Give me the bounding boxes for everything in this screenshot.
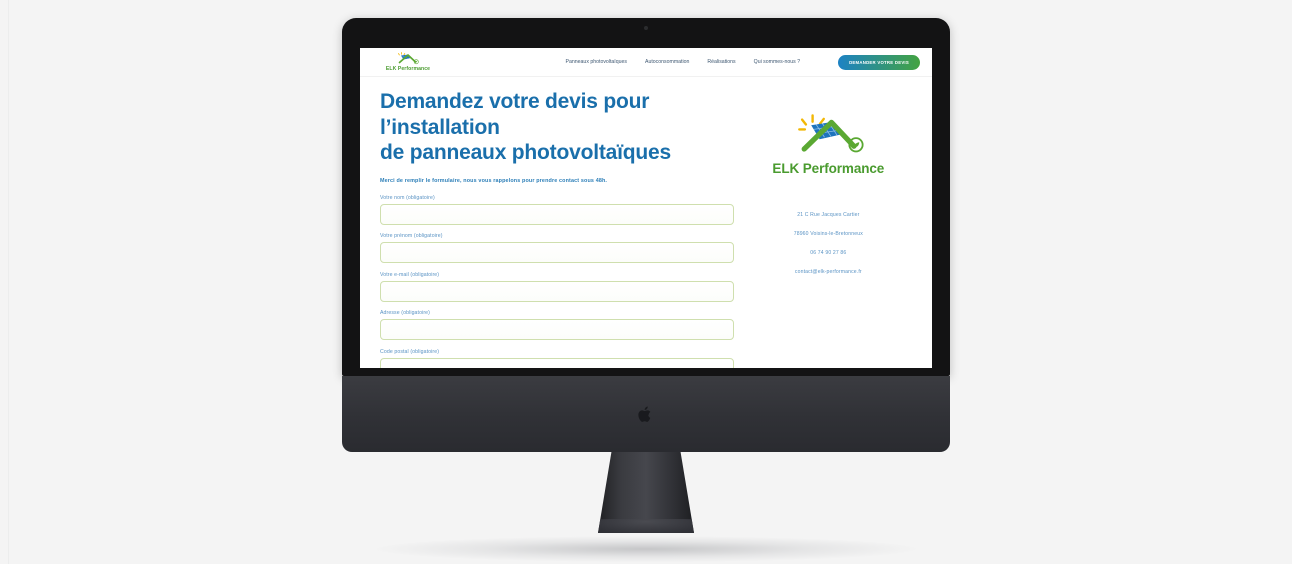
- contact-block: 21 C Rue Jacques Cartier 78960 Voisins-l…: [743, 212, 914, 275]
- monitor-bezel: ELK Performance Panneaux photovoltaïques…: [342, 18, 950, 376]
- request-quote-button[interactable]: DEMANDER VOTRE DEVIS: [838, 54, 920, 70]
- navbar-logo-text: ELK Performance: [385, 66, 431, 72]
- navbar-logo[interactable]: ELK Performance: [372, 52, 444, 72]
- aside-column: ELK Performance 21 C Rue Jacques Cartier…: [743, 89, 914, 368]
- field-label-prenom: Votre prénom (obligatoire): [380, 233, 443, 240]
- form-column: Demandez votre devis pour l’installation…: [380, 89, 735, 368]
- nav-link-autoconsommation[interactable]: Autoconsommation: [645, 59, 689, 65]
- monitor-stand: [598, 452, 694, 533]
- field-label-email: Votre e-mail (obligatoire): [380, 271, 440, 278]
- intro-text: Merci de remplir le formulaire, nous vou…: [380, 177, 608, 184]
- page-content: Demandez votre devis pour l’installation…: [360, 77, 932, 368]
- imac-mockup: ELK Performance Panneaux photovoltaïques…: [342, 18, 950, 562]
- input-adresse[interactable]: [380, 319, 734, 341]
- page-title-line-1: Demandez votre devis pour l’installation: [380, 90, 650, 139]
- solar-panel-logo-icon: [798, 114, 864, 153]
- contact-email[interactable]: contact@elk-performance.fr: [743, 269, 914, 275]
- site-navbar: ELK Performance Panneaux photovoltaïques…: [360, 48, 932, 77]
- input-code-postal[interactable]: [380, 357, 734, 368]
- contact-street: 21 C Rue Jacques Cartier: [797, 212, 860, 218]
- monitor-screen: ELK Performance Panneaux photovoltaïques…: [360, 48, 932, 368]
- stand-shadow: [376, 536, 916, 562]
- page-title: Demandez votre devis pour l’installation…: [380, 89, 735, 166]
- field-label-nom: Votre nom (obligatoire): [380, 194, 435, 201]
- monitor-chin: [342, 376, 950, 452]
- navbar-links: Panneaux photovoltaïques Autoconsommatio…: [566, 54, 922, 70]
- quote-form: Votre nom (obligatoire) Votre prénom (ob…: [380, 195, 735, 368]
- field-prenom: Votre prénom (obligatoire): [380, 233, 735, 264]
- field-label-adresse: Adresse (obligatoire): [380, 310, 430, 317]
- background-seam: [8, 0, 9, 564]
- field-nom: Votre nom (obligatoire): [380, 195, 735, 225]
- nav-link-panneaux[interactable]: Panneaux photovoltaïques: [566, 59, 627, 65]
- solar-panel-logo-icon: [398, 52, 419, 65]
- screenshot-stage: ELK Performance Panneaux photovoltaïques…: [0, 0, 1292, 564]
- input-prenom[interactable]: [380, 242, 734, 264]
- website-viewport: ELK Performance Panneaux photovoltaïques…: [360, 48, 932, 368]
- contact-city: 78960 Voisins-le-Bretonneux: [793, 231, 863, 237]
- input-nom[interactable]: [380, 203, 734, 225]
- field-code-postal: Code postal (obligatoire): [380, 349, 735, 368]
- input-email[interactable]: [380, 280, 734, 302]
- contact-phone[interactable]: 06 74 90 27 86: [743, 250, 914, 256]
- nav-link-qui-sommes-nous[interactable]: Qui sommes-nous ?: [754, 59, 800, 65]
- field-label-code-postal: Code postal (obligatoire): [380, 348, 440, 355]
- webcam-icon: [644, 26, 648, 30]
- aside-logo-text: ELK Performance: [772, 161, 885, 176]
- page-title-line-2: de panneaux photovoltaïques: [380, 141, 671, 165]
- apple-logo: [638, 406, 651, 422]
- nav-link-realisations[interactable]: Réalisations: [707, 59, 735, 65]
- field-adresse: Adresse (obligatoire): [380, 310, 735, 341]
- field-email: Votre e-mail (obligatoire): [380, 272, 735, 302]
